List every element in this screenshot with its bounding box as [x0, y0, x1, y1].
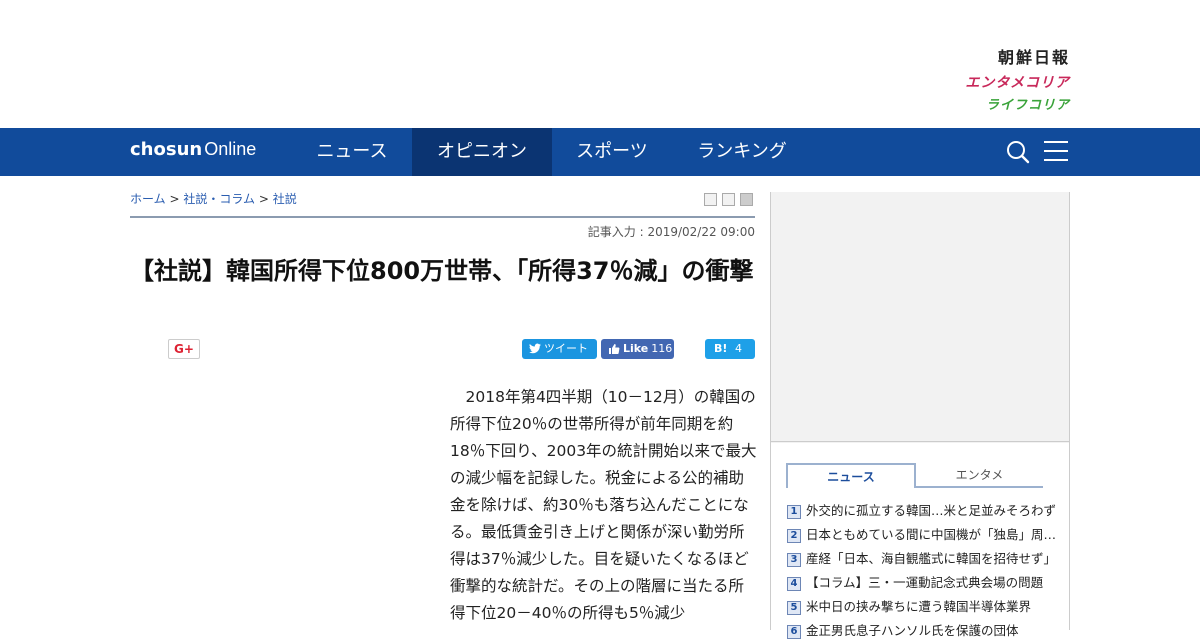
- nav-item-news[interactable]: ニュース: [292, 128, 412, 176]
- hatena-bookmark-button[interactable]: B! 4: [705, 339, 755, 359]
- rank-badge: 2: [787, 528, 801, 543]
- article-date: 記事入力 : 2019/02/22 09:00: [587, 225, 755, 239]
- hatena-count: 4: [735, 342, 742, 355]
- tweet-button[interactable]: ツイート: [522, 339, 597, 359]
- news-ranking-list: 1 外交的に孤立する韓国…米と足並みそろわず 2 日本ともめている間に中国機が「独島…: [787, 499, 1057, 643]
- news-title: 産経「日本、海自観艦式に韓国を招待せず」: [806, 551, 1057, 566]
- life-korea-logo[interactable]: ライフコリア: [965, 94, 1070, 113]
- sidebar: ニュース エンタメ 1 外交的に孤立する韓国…米と足並みそろわず 2 日本ともめてい…: [770, 192, 1070, 639]
- article-body: 2018年第4四半期（10－12月）の韓国の所得下位20％の世帯所得が前年同期を…: [450, 388, 757, 622]
- twitter-icon: [529, 343, 541, 354]
- back-icon[interactable]: [740, 193, 753, 206]
- breadcrumb-sep: >: [258, 192, 269, 206]
- list-item[interactable]: 1 外交的に孤立する韓国…米と足並みそろわず: [787, 499, 1057, 523]
- fb-like-label: Like: [623, 342, 649, 355]
- header: 朝鮮日報 エンタメコリア ライフコリア: [0, 0, 1200, 128]
- hatena-icon: B!: [714, 342, 728, 355]
- menu-icon[interactable]: [1044, 141, 1068, 163]
- thumbs-up-icon: [609, 344, 620, 354]
- breadcrumb-editorial-column[interactable]: 社説・コラム: [183, 192, 255, 206]
- divider: [130, 216, 755, 218]
- text-icon[interactable]: [722, 193, 735, 206]
- rank-badge: 5: [787, 600, 801, 615]
- nav-item-ranking[interactable]: ランキング: [672, 128, 812, 176]
- ad-slot: [771, 192, 1069, 442]
- gplus-button[interactable]: G+: [168, 339, 200, 359]
- breadcrumb-editorial[interactable]: 社説: [273, 192, 297, 206]
- news-title: 【コラム】三・一運動記念式典会場の問題: [806, 575, 1044, 590]
- news-title: 日本ともめている間に中国機が「独島」周辺に: [806, 527, 1057, 542]
- fb-like-count: 116: [651, 342, 673, 355]
- tab-news[interactable]: ニュース: [786, 463, 916, 488]
- rank-badge: 4: [787, 576, 801, 591]
- list-item[interactable]: 3 産経「日本、海自観艦式に韓国を招待せず」: [787, 547, 1057, 571]
- chosun-ilbo-logo[interactable]: 朝鮮日報: [965, 44, 1070, 68]
- main-nav: chosun Online ニュース オピニオン スポーツ ランキング: [0, 128, 1200, 176]
- tab-entertainment[interactable]: エンタメ: [916, 463, 1043, 488]
- breadcrumb-home[interactable]: ホーム: [130, 192, 166, 206]
- search-icon[interactable]: [1006, 140, 1030, 164]
- list-item[interactable]: 2 日本ともめている間に中国機が「独島」周辺に: [787, 523, 1057, 547]
- ranking-panel: ニュース エンタメ 1 外交的に孤立する韓国…米と足並みそろわず 2 日本ともめてい…: [771, 443, 1069, 639]
- list-item[interactable]: 4 【コラム】三・一運動記念式典会場の問題: [787, 571, 1057, 595]
- facebook-like-button[interactable]: Like 116: [601, 339, 674, 359]
- list-item[interactable]: 5 米中日の挟み撃ちに遭う韓国半導体業界: [787, 595, 1057, 619]
- nav-item-opinion[interactable]: オピニオン: [412, 128, 552, 176]
- enta-korea-logo[interactable]: エンタメコリア: [965, 72, 1070, 92]
- tweet-label: ツイート: [544, 342, 588, 355]
- brand-light: Online: [204, 139, 257, 159]
- site-logos: 朝鮮日報 エンタメコリア ライフコリア: [965, 44, 1070, 113]
- news-title: 金正男氏息子ハンソル氏を保護の団体: [806, 623, 1019, 638]
- rank-badge: 1: [787, 504, 801, 519]
- breadcrumb-sep: >: [169, 192, 180, 206]
- print-icon[interactable]: [704, 193, 717, 206]
- article-title: 【社説】韓国所得下位800万世帯、「所得37％減」の衝撃: [130, 257, 754, 285]
- list-item[interactable]: 6 金正男氏息子ハンソル氏を保護の団体: [787, 619, 1057, 643]
- news-title: 外交的に孤立する韓国…米と足並みそろわず: [806, 503, 1057, 518]
- nav-item-sports[interactable]: スポーツ: [552, 128, 672, 176]
- rank-badge: 3: [787, 552, 801, 567]
- chosun-online-logo[interactable]: chosun Online: [130, 139, 256, 160]
- brand-bold: chosun: [130, 139, 203, 160]
- breadcrumb: ホーム > 社説・コラム > 社説: [130, 190, 297, 207]
- news-title: 米中日の挟み撃ちに遭う韓国半導体業界: [806, 599, 1032, 614]
- rank-badge: 6: [787, 624, 801, 639]
